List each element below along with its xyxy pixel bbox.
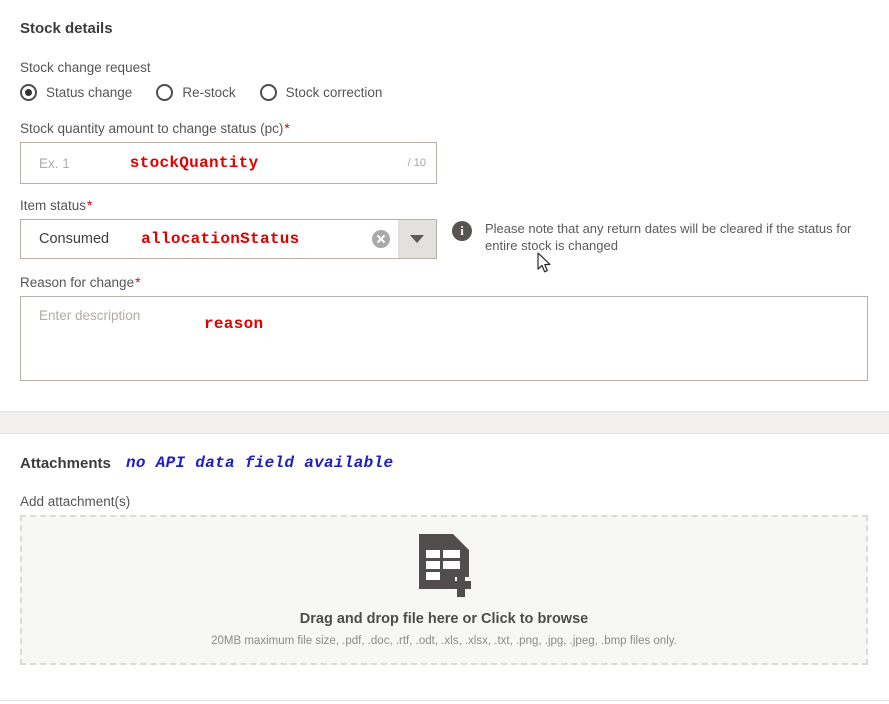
stock-quantity-label: Stock quantity amount to change status (… [20, 121, 290, 137]
annotation-allocation-status: allocationStatus [141, 230, 300, 248]
stock-quantity-label-text: Stock quantity amount to change status (… [20, 121, 284, 136]
radio-icon-stock-correction[interactable] [259, 84, 277, 101]
stock-change-request-label: Stock change request [20, 60, 151, 75]
chevron-down-icon [410, 235, 424, 243]
file-dropzone[interactable]: Drag and drop file here or Click to brow… [20, 515, 868, 665]
radio-label-status-change: Status change [46, 85, 133, 100]
item-status-select[interactable]: Consumed allocationStatus [20, 219, 437, 259]
section-divider-band [0, 411, 889, 434]
add-attachment-label: Add attachment(s) [20, 494, 131, 509]
status-info-note-text: Please note that any return dates will b… [485, 221, 852, 253]
reason-required-mark: * [135, 274, 141, 290]
attachments-title: Attachments [20, 455, 111, 472]
annotation-reason: reason [204, 315, 264, 333]
dropzone-main-text: Drag and drop file here or Click to brow… [299, 611, 589, 627]
item-status-required-mark: * [87, 197, 93, 213]
stock-details-section: Stock details Stock change request Statu… [0, 0, 889, 410]
radio-option-status-change[interactable]: Status change [20, 84, 132, 101]
document-add-icon [419, 534, 471, 597]
radio-option-stock-correction[interactable]: Stock correction [259, 84, 383, 101]
reason-for-change-textarea[interactable]: Enter description reason [20, 296, 868, 381]
dropzone-sub-text: 20MB maximum file size, .pdf, .doc, .rtf… [211, 635, 677, 647]
attachments-section: Attachments no API data field available … [0, 435, 889, 700]
bottom-divider [0, 700, 889, 701]
item-status-dropdown-button[interactable] [398, 220, 436, 258]
status-info-note: i Please note that any return dates will… [452, 220, 872, 254]
reason-for-change-label-text: Reason for change [20, 275, 135, 290]
item-status-label: Item status* [20, 198, 92, 214]
annotation-stock-quantity: stockQuantity [129, 154, 259, 172]
stock-quantity-counter: / 10 [407, 157, 426, 169]
stock-quantity-input[interactable]: Ex. 1 stockQuantity / 10 [20, 142, 437, 184]
stock-quantity-placeholder: Ex. 1 [39, 155, 70, 171]
annotation-no-api-data-field: no API data field available [126, 454, 394, 472]
radio-label-re-stock: Re-stock [182, 85, 236, 100]
radio-icon-status-change[interactable] [20, 84, 37, 101]
radio-icon-re-stock[interactable] [156, 84, 174, 101]
radio-label-stock-correction: Stock correction [285, 85, 383, 100]
item-status-value: Consumed [39, 231, 110, 247]
reason-for-change-label: Reason for change* [20, 275, 141, 291]
stock-change-request-radio-group: Status change Re-stock Stock correction [20, 84, 406, 101]
info-icon: i [452, 221, 472, 241]
item-status-label-text: Item status [20, 198, 87, 213]
radio-option-re-stock[interactable]: Re-stock [156, 84, 236, 101]
page-title: Stock details [20, 20, 113, 37]
clear-circle-icon[interactable] [372, 230, 390, 248]
reason-placeholder: Enter description [39, 308, 141, 323]
stock-quantity-required-mark: * [284, 120, 290, 136]
